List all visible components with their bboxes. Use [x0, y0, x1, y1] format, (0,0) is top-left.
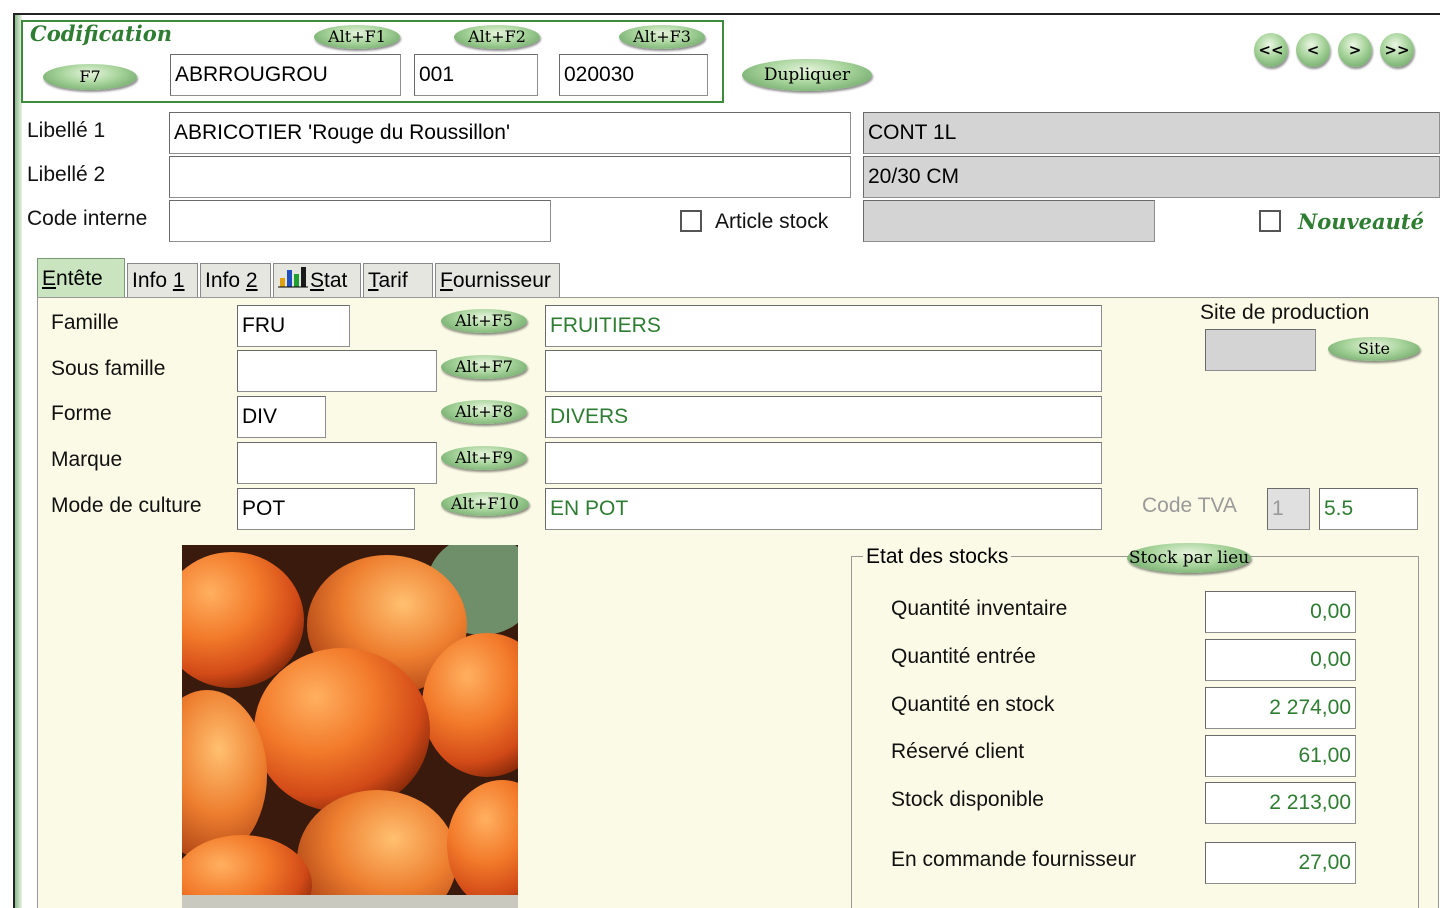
- stock-par-lieu-button[interactable]: Stock par lieu: [1127, 543, 1251, 573]
- bar-chart-icon: [278, 264, 308, 299]
- altf9-button[interactable]: Alt+F9: [441, 446, 527, 470]
- next-record-button[interactable]: >: [1338, 33, 1372, 67]
- taille-field: 20/30 CM: [863, 156, 1440, 198]
- stock-row-label: Réservé client: [891, 740, 1025, 763]
- culture-code-field[interactable]: POT: [237, 488, 415, 530]
- stock-status-title: Etat des stocks: [863, 545, 1012, 569]
- code-field-3[interactable]: 020030: [559, 54, 708, 96]
- duplicate-button[interactable]: Dupliquer: [742, 59, 872, 91]
- marque-desc-field: [545, 442, 1102, 484]
- site-button[interactable]: Site: [1328, 337, 1420, 361]
- site-production-field[interactable]: [1205, 329, 1316, 371]
- tab-stat[interactable]: Stat: [273, 263, 361, 297]
- marque-label: Marque: [51, 448, 123, 471]
- stock-row-value: 61,00: [1205, 735, 1356, 777]
- code-interne-label: Code interne: [27, 207, 148, 230]
- codification-title: Codification: [30, 21, 172, 46]
- sous-famille-label: Sous famille: [51, 357, 166, 380]
- forme-desc-field: DIVERS: [545, 396, 1102, 438]
- first-record-button[interactable]: <<: [1254, 33, 1288, 67]
- stock-row-value: 0,00: [1205, 639, 1356, 681]
- libelle2-label: Libellé 2: [27, 163, 106, 186]
- sous-famille-desc-field: [545, 350, 1102, 392]
- stock-row-label: Stock disponible: [891, 788, 1044, 811]
- altf3-button[interactable]: Alt+F3: [619, 25, 705, 49]
- stock-row-label: En commande fournisseur: [891, 848, 1137, 871]
- stock-row-value: 2 213,00: [1205, 782, 1356, 824]
- prev-record-button[interactable]: <: [1296, 33, 1330, 67]
- culture-label: Mode de culture: [51, 494, 202, 517]
- altf7-button[interactable]: Alt+F7: [441, 355, 527, 379]
- culture-desc-field: EN POT: [545, 488, 1102, 530]
- tab-info2[interactable]: Info 2: [200, 263, 271, 297]
- stock-row-label: Quantité en stock: [891, 693, 1055, 716]
- altf1-button[interactable]: Alt+F1: [314, 25, 400, 49]
- code-field-2[interactable]: 001: [414, 54, 538, 96]
- marque-code-field[interactable]: [237, 442, 437, 484]
- tab-fournisseur[interactable]: Fournisseur: [435, 263, 560, 297]
- conditionnement-field: CONT 1L: [863, 112, 1440, 154]
- libelle1-label: Libellé 1: [27, 119, 106, 142]
- famille-code-field[interactable]: FRU: [237, 305, 350, 347]
- article-window: Codification Alt+F1 Alt+F2 Alt+F3 F7 ABR…: [13, 13, 1440, 908]
- nouveaute-checkbox[interactable]: [1259, 210, 1281, 232]
- product-photo: [182, 545, 518, 908]
- stock-row-label: Quantité entrée: [891, 645, 1036, 668]
- last-record-button[interactable]: >>: [1380, 33, 1414, 67]
- code-field-1[interactable]: ABRROUGROU: [170, 54, 401, 96]
- altf2-button[interactable]: Alt+F2: [454, 25, 540, 49]
- famille-label: Famille: [51, 311, 119, 334]
- code-tva-field: 1: [1267, 488, 1310, 530]
- article-stock-label: Article stock: [715, 210, 829, 233]
- altf5-button[interactable]: Alt+F5: [441, 309, 527, 333]
- code-interne-field[interactable]: [169, 200, 551, 242]
- stock-row-value: 27,00: [1205, 842, 1356, 884]
- tab-entete[interactable]: Entête: [37, 258, 125, 298]
- tva-rate-field[interactable]: 5.5: [1319, 488, 1418, 530]
- article-stock-checkbox[interactable]: [680, 210, 702, 232]
- forme-code-field[interactable]: DIV: [237, 396, 326, 438]
- forme-label: Forme: [51, 402, 112, 425]
- tab-info1[interactable]: Info 1: [127, 263, 198, 297]
- f7-button[interactable]: F7: [43, 64, 137, 90]
- sous-famille-code-field[interactable]: [237, 350, 437, 392]
- altf10-button[interactable]: Alt+F10: [441, 492, 529, 516]
- tab-tarif[interactable]: Tarif: [363, 263, 433, 297]
- libelle2-field[interactable]: [169, 156, 851, 198]
- stock-row-value: 2 274,00: [1205, 687, 1356, 729]
- extra-field: [863, 200, 1155, 242]
- stock-row-value: 0,00: [1205, 591, 1356, 633]
- libelle1-field[interactable]: ABRICOTIER 'Rouge du Roussillon': [169, 112, 851, 154]
- nouveaute-label: Nouveauté: [1298, 209, 1424, 234]
- code-tva-label: Code TVA: [1142, 494, 1237, 517]
- site-production-label: Site de production: [1200, 301, 1370, 324]
- altf8-button[interactable]: Alt+F8: [441, 400, 527, 424]
- famille-desc-field: FRUITIERS: [545, 305, 1102, 347]
- stock-row-label: Quantité inventaire: [891, 597, 1068, 620]
